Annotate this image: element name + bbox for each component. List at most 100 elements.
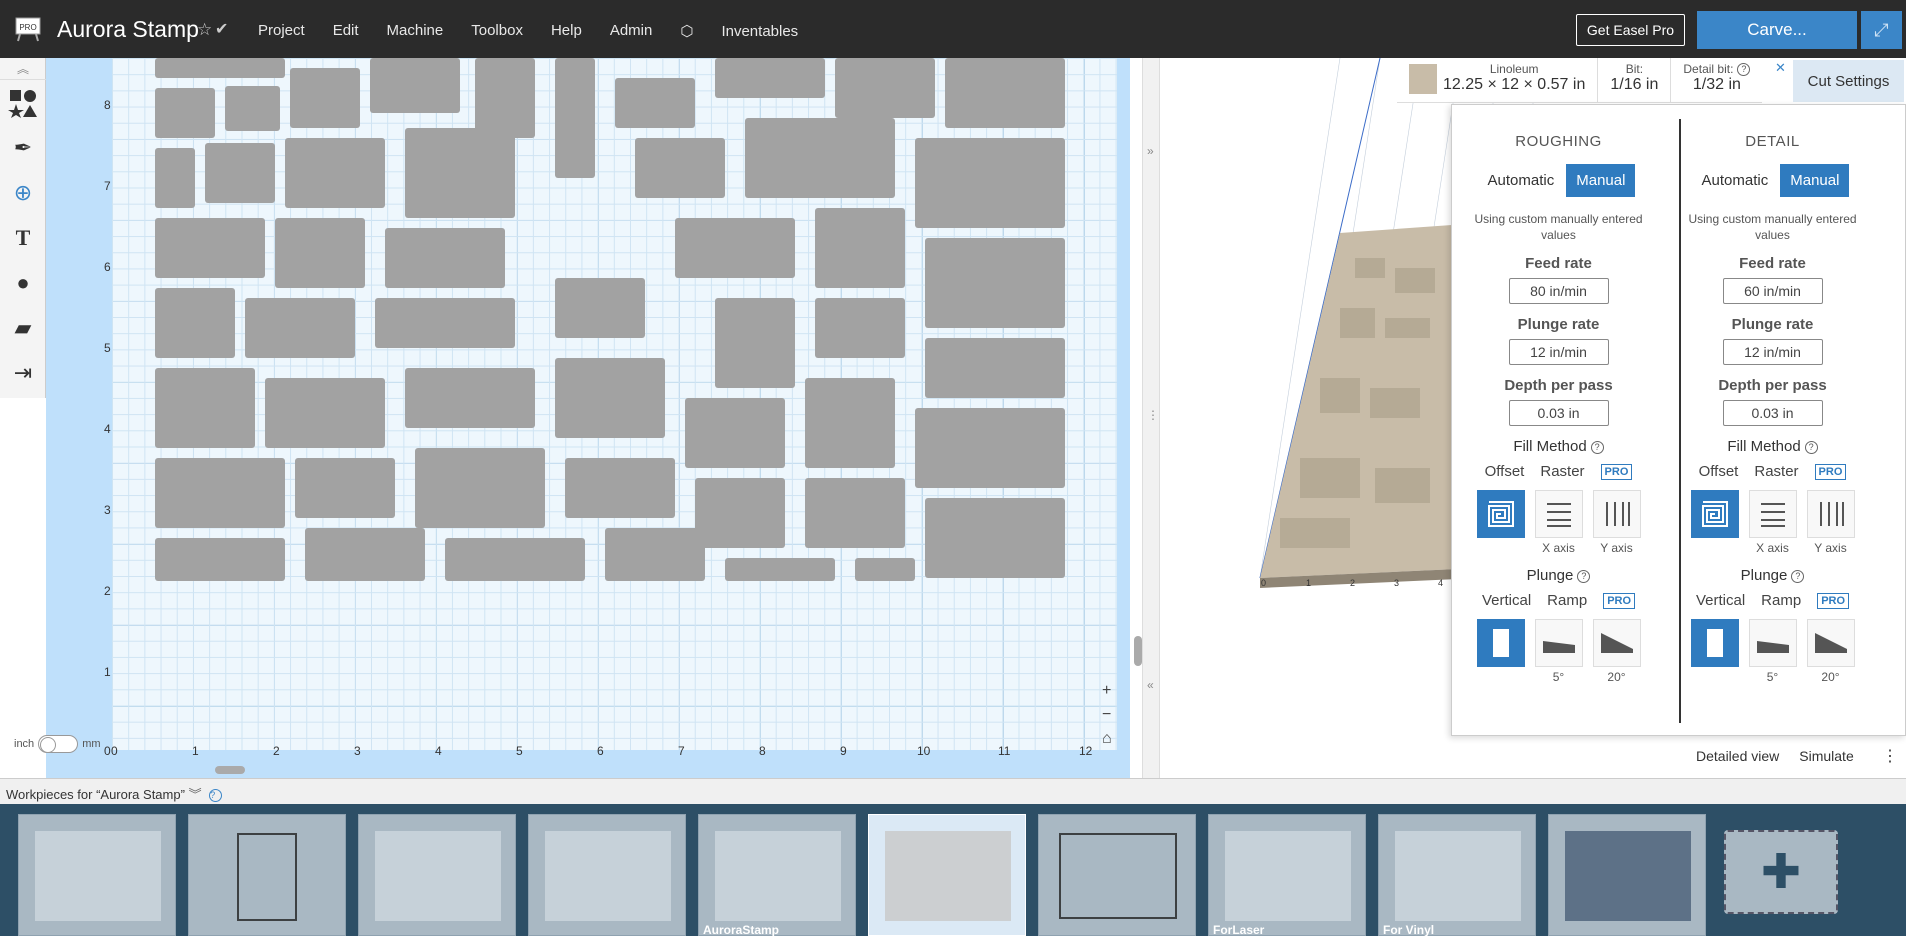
add-workpiece-button[interactable]: ✚ [1724, 830, 1838, 914]
target-icon[interactable]: ⊕ [0, 170, 46, 215]
menu-edit[interactable]: Edit [333, 22, 359, 40]
raster-x-axis-icon[interactable] [1534, 490, 1583, 539]
ramp-5-icon[interactable] [1534, 619, 1583, 668]
roughing-mode-toggle: Automatic Manual [1452, 164, 1665, 197]
workpiece-thumbnail[interactable] [1038, 814, 1196, 936]
preview-axis-label: 2 [1350, 578, 1356, 588]
workpiece-thumbnail[interactable] [188, 814, 346, 936]
detail-bit-value: 1/32 in [1692, 76, 1741, 94]
help-icon[interactable]: ? [209, 789, 223, 803]
workpiece-thumbnail[interactable] [528, 814, 686, 936]
detail-mode-toggle: Automatic Manual [1666, 164, 1879, 197]
workpiece-thumbnail[interactable]: For Vinyl [1378, 814, 1536, 936]
workpieces-title[interactable]: Workpieces for “Aurora Stamp” [6, 787, 185, 802]
unit-toggle[interactable]: inch mm [14, 735, 101, 753]
panel-divider[interactable]: » ⋮ « [1142, 58, 1160, 778]
workpiece-thumbnail[interactable] [358, 814, 516, 936]
horizontal-scrollbar[interactable] [215, 766, 245, 774]
detail-bit-selector[interactable]: Detail bit:? 1/32 in [1671, 58, 1762, 102]
roughing-note: Using custom manually entered values [1474, 212, 1643, 243]
workpiece-thumbnail[interactable]: AuroraStamp [698, 814, 856, 936]
x-axis-label: 9 [840, 744, 847, 758]
help-icon[interactable]: ? [1577, 569, 1591, 583]
ramp-20-icon[interactable] [1592, 619, 1641, 668]
get-easel-pro-button[interactable]: Get Easel Pro [1576, 14, 1685, 46]
more-options-icon[interactable]: ⋮ [1882, 746, 1898, 766]
workpiece-thumbnail[interactable]: ForLaser [1208, 814, 1366, 936]
detail-plunge-input[interactable]: 12 in/min [1722, 339, 1823, 366]
x-axis-label: 10 [917, 744, 931, 758]
menu-toolbox[interactable]: Toolbox [471, 22, 523, 40]
x-axis-label: 5 [516, 744, 523, 758]
vertical-scrollbar[interactable] [1134, 636, 1142, 666]
help-icon[interactable]: ? [1590, 440, 1604, 454]
workpiece-thumbnail-active[interactable] [868, 814, 1026, 936]
simulate-button[interactable]: Simulate [1789, 742, 1863, 770]
expand-right-icon[interactable]: » [1147, 144, 1154, 158]
ramp-5-icon[interactable] [1748, 619, 1797, 668]
raster-x-axis-icon[interactable] [1748, 490, 1797, 539]
cut-settings-tab[interactable]: Cut Settings [1793, 60, 1904, 102]
project-title[interactable]: Aurora Stamp [57, 16, 199, 43]
roughing-automatic-button[interactable]: Automatic [1482, 164, 1561, 197]
y-axis-label: 3 [104, 503, 111, 517]
pen-icon[interactable]: ✒ [0, 125, 46, 170]
workpieces-header: Workpieces for “Aurora Stamp” ︾ ? [0, 778, 1906, 804]
offset-spiral-icon[interactable] [1476, 490, 1525, 539]
roughing-column: ROUGHING Automatic Manual Using custom m… [1452, 105, 1665, 684]
chevron-down-icon[interactable]: ︾ [189, 787, 206, 802]
detail-automatic-button[interactable]: Automatic [1696, 164, 1775, 197]
fullscreen-expand-icon[interactable]: ⤢ [1861, 11, 1902, 49]
menu-project[interactable]: Project [258, 22, 305, 40]
bit-selector[interactable]: Bit: 1/16 in [1598, 58, 1672, 102]
carve-button[interactable]: Carve... [1697, 11, 1857, 49]
zoom-out-icon[interactable]: − [1102, 706, 1120, 724]
easel-pro-logo-icon[interactable]: PRO [14, 16, 42, 42]
expand-left-icon[interactable]: « [1147, 678, 1154, 692]
shapes-icon[interactable] [0, 80, 46, 125]
workpiece-thumbnail[interactable] [18, 814, 176, 936]
menu-help[interactable]: Help [551, 22, 582, 40]
material-selector[interactable]: Linoleum 12.25 × 12 × 0.57 in [1397, 58, 1599, 102]
help-icon[interactable]: ? [1791, 569, 1805, 583]
roughing-depth-input[interactable]: 0.03 in [1508, 400, 1609, 427]
drag-handle-icon[interactable]: ⋮ [1147, 408, 1159, 422]
x-axis-label: 12 [1079, 744, 1093, 758]
apple-icon[interactable]: ● [0, 260, 46, 305]
help-icon[interactable]: ? [1737, 63, 1751, 77]
text-icon[interactable]: T [0, 215, 46, 260]
detail-title: DETAIL [1745, 133, 1800, 150]
apps-icon[interactable]: ▰ [0, 305, 46, 350]
city-map-artwork[interactable] [155, 58, 1065, 581]
material-dims: 12.25 × 12 × 0.57 in [1443, 76, 1586, 93]
ramp-20-icon[interactable] [1806, 619, 1855, 668]
zoom-in-icon[interactable]: + [1102, 682, 1120, 700]
collapse-chevron-icon[interactable]: ︽ [0, 58, 46, 80]
roughing-plunge-label: Plunge rate [1517, 316, 1600, 334]
roughing-plunge-input[interactable]: 12 in/min [1508, 339, 1609, 366]
help-icon[interactable]: ? [1804, 440, 1818, 454]
workpiece-thumbnail[interactable] [1548, 814, 1706, 936]
detail-depth-input[interactable]: 0.03 in [1722, 400, 1823, 427]
unit-inch-label: inch [14, 738, 35, 750]
vertical-plunge-icon[interactable] [1690, 619, 1739, 668]
import-icon[interactable]: ⇥ [0, 350, 46, 395]
close-icon[interactable]: ✕ [1775, 60, 1786, 76]
unit-switch[interactable] [38, 735, 79, 753]
star-icon[interactable]: ☆ [197, 20, 212, 40]
home-icon[interactable]: ⌂ [1102, 730, 1120, 748]
roughing-manual-button[interactable]: Manual [1566, 164, 1636, 197]
vertical-plunge-icon[interactable] [1476, 619, 1525, 668]
raster-y-axis-icon[interactable] [1806, 490, 1855, 539]
offset-spiral-icon[interactable] [1690, 490, 1739, 539]
detail-manual-button[interactable]: Manual [1780, 164, 1850, 197]
main-menu: Project Edit Machine Toolbox Help Admin … [258, 22, 854, 40]
detailed-view-button[interactable]: Detailed view [1686, 742, 1789, 770]
menu-machine[interactable]: Machine [387, 22, 444, 40]
menu-inventables[interactable]: ⬡ Inventables [680, 22, 826, 40]
roughing-feed-input[interactable]: 80 in/min [1508, 278, 1609, 305]
detail-feed-input[interactable]: 60 in/min [1722, 278, 1823, 305]
menu-admin[interactable]: Admin [610, 22, 653, 40]
roughing-feed-label: Feed rate [1525, 255, 1592, 273]
raster-y-axis-icon[interactable] [1592, 490, 1641, 539]
